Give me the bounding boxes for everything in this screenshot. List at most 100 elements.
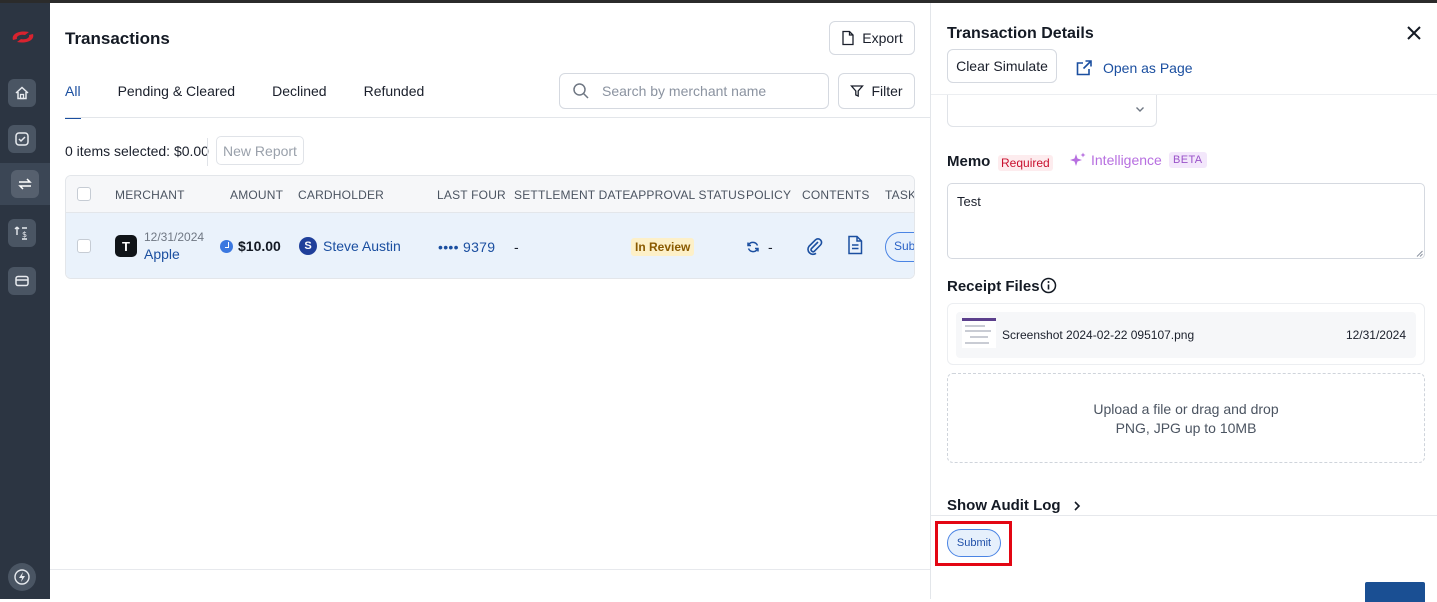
open-as-page-label: Open as Page	[1103, 60, 1193, 76]
column-header-amount[interactable]: AMOUNT	[230, 188, 283, 202]
logo-icon[interactable]	[9, 27, 37, 47]
close-icon[interactable]	[1403, 22, 1425, 44]
sidebar-item-approvals[interactable]	[8, 125, 36, 153]
file-thumbnail	[962, 318, 996, 348]
sidebar-item-cards[interactable]	[8, 267, 36, 295]
file-date: 12/31/2024	[1345, 328, 1406, 342]
last-four[interactable]: •••• 9379	[438, 239, 495, 255]
amount-value: $10.00	[238, 238, 281, 254]
required-badge: Required	[998, 155, 1053, 171]
filter-icon	[850, 85, 865, 97]
external-link-icon	[1076, 60, 1092, 76]
sparkle-icon	[1070, 152, 1086, 166]
show-audit-log-toggle[interactable]: Show Audit Log	[947, 497, 1083, 514]
svg-text:$: $	[22, 230, 27, 239]
card-icon	[15, 275, 29, 287]
search-icon	[573, 83, 589, 99]
intelligence-button[interactable]: Intelligence	[1068, 151, 1162, 169]
intelligence-label: Intelligence	[1091, 152, 1162, 168]
status-badge: In Review	[631, 238, 695, 256]
sidebar-item-home[interactable]	[8, 79, 36, 107]
table-row[interactable]: T 12/31/2024 Apple $10.00 S Steve Austin…	[66, 213, 914, 278]
filter-label: Filter	[871, 83, 903, 99]
cardholder-cell[interactable]: S Steve Austin	[299, 237, 401, 255]
sidebar-item-transactions[interactable]	[0, 163, 50, 205]
upload-dropzone[interactable]: Upload a file or drag and drop PNG, JPG …	[947, 373, 1425, 463]
tab-declined[interactable]: Declined	[272, 73, 326, 119]
select-all-checkbox[interactable]	[77, 187, 91, 201]
sidebar: $	[0, 3, 50, 599]
export-label: Export	[862, 30, 903, 46]
receipt-file-row: Screenshot 2024-02-22 095107.png 12/31/2…	[956, 312, 1416, 358]
transactions-view: Transactions Export All Pending & Cleare…	[50, 3, 930, 569]
tab-refunded[interactable]: Refunded	[364, 73, 425, 119]
chevron-right-icon	[1074, 500, 1080, 511]
column-header-merchant[interactable]: MERCHANT	[115, 188, 185, 202]
column-header-settlement-date[interactable]: SETTLEMENT DATE	[514, 188, 631, 202]
beta-badge: BETA	[1169, 152, 1207, 168]
column-header-last-four[interactable]: LAST FOUR	[437, 188, 506, 202]
selection-summary: 0 items selected: $0.00	[65, 143, 209, 159]
column-header-cardholder[interactable]: CARDHOLDER	[298, 188, 384, 202]
transfer-icon	[18, 178, 32, 190]
receipt-file-card[interactable]: Screenshot 2024-02-22 095107.png 12/31/2…	[947, 303, 1425, 365]
transactions-table: MERCHANT AMOUNT CARDHOLDER LAST FOUR SET…	[65, 175, 915, 279]
document-icon[interactable]	[846, 235, 864, 255]
resize-handle-icon[interactable]	[1416, 250, 1423, 257]
info-icon[interactable]	[1040, 277, 1057, 294]
cardholder-name: Steve Austin	[323, 238, 401, 254]
panel-title: Transaction Details	[947, 25, 1094, 42]
export-button[interactable]: Export	[829, 21, 915, 55]
transaction-tabs: All Pending & Cleared Declined Refunded	[65, 73, 461, 119]
page-title: Transactions	[65, 29, 170, 48]
main-footer-divider	[50, 569, 930, 570]
audit-log-label: Show Audit Log	[947, 497, 1061, 514]
settlement-date: -	[514, 239, 519, 255]
column-header-tasks[interactable]: TASKS	[885, 188, 914, 202]
merchant-logo: T	[115, 235, 137, 257]
column-header-policy[interactable]: POLICY	[746, 188, 791, 202]
home-icon	[15, 86, 29, 100]
column-header-contents[interactable]: CONTENTS	[802, 188, 870, 202]
amount-cell: $10.00	[220, 238, 281, 254]
export-file-icon	[842, 30, 854, 46]
category-select[interactable]	[947, 95, 1157, 127]
memo-label: Memo	[947, 153, 991, 170]
column-header-approval-status[interactable]: APPROVAL STATUS	[630, 188, 745, 202]
check-circle-icon	[15, 132, 29, 146]
filter-button[interactable]: Filter	[838, 73, 915, 109]
upload-instructions: Upload a file or drag and drop	[1093, 400, 1279, 417]
paperclip-icon[interactable]	[804, 236, 824, 256]
clock-icon	[220, 239, 233, 253]
merchant-name[interactable]: Apple	[144, 246, 180, 262]
sidebar-item-reimbursements[interactable]: $	[8, 219, 36, 247]
chevron-down-icon	[1136, 107, 1144, 112]
transaction-details-panel: Transaction Details Clear Simulate Open …	[930, 3, 1437, 602]
transaction-date: 12/31/2024	[144, 230, 205, 244]
search-input[interactable]	[602, 83, 812, 99]
tabs-divider	[65, 117, 930, 118]
open-as-page-link[interactable]: Open as Page	[1075, 59, 1193, 77]
receipt-files-label: Receipt Files	[947, 278, 1040, 295]
row-checkbox[interactable]	[77, 239, 91, 253]
bolt-icon	[14, 569, 30, 585]
upload-file-types: PNG, JPG up to 10MB	[1115, 419, 1257, 436]
clear-simulate-button[interactable]: Clear Simulate	[947, 49, 1057, 83]
reimburse-icon: $	[14, 226, 27, 240]
toolbar-divider	[207, 138, 208, 166]
new-report-button[interactable]: New Report	[216, 136, 304, 165]
row-submit-button[interactable]: Submit	[885, 232, 914, 262]
submit-button[interactable]: Submit	[947, 529, 1001, 557]
sidebar-item-quick-actions[interactable]	[8, 563, 36, 591]
search-box	[559, 73, 829, 109]
memo-field[interactable]: Test	[947, 183, 1425, 259]
table-header: MERCHANT AMOUNT CARDHOLDER LAST FOUR SET…	[66, 176, 914, 213]
policy-value: -	[768, 239, 773, 255]
primary-action-button[interactable]	[1365, 582, 1425, 602]
sync-icon	[747, 241, 759, 253]
avatar: S	[299, 237, 317, 255]
tab-pending-cleared[interactable]: Pending & Cleared	[118, 73, 236, 119]
tab-all[interactable]: All	[65, 73, 81, 119]
panel-footer-divider	[931, 515, 1437, 516]
file-name: Screenshot 2024-02-22 095107.png	[1002, 328, 1195, 342]
